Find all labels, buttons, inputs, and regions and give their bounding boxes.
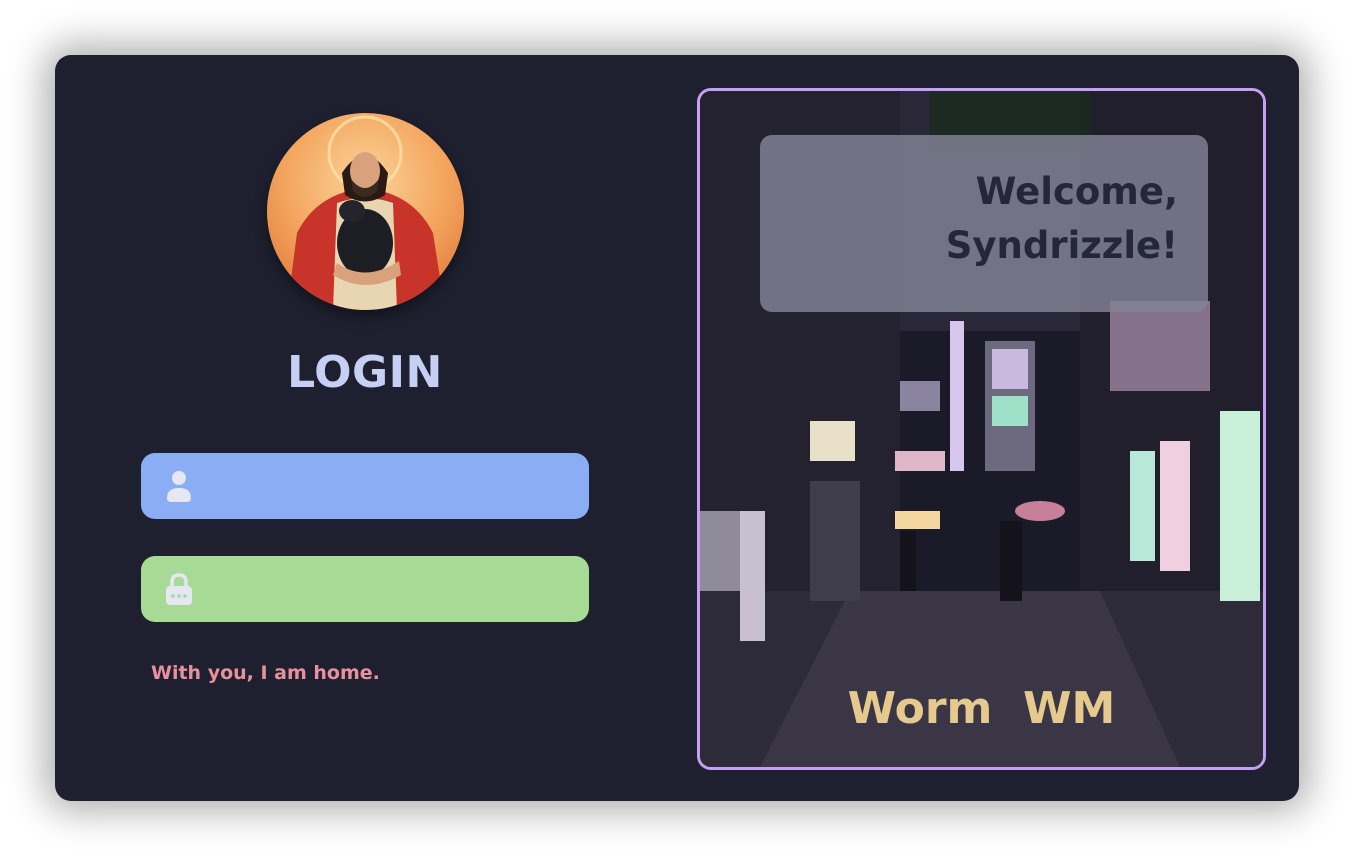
lock-icon	[166, 573, 192, 605]
user-icon	[167, 471, 191, 502]
user-avatar	[267, 113, 464, 310]
welcome-banner: Welcome, Syndrizzle!	[760, 135, 1208, 312]
password-field[interactable]	[141, 556, 589, 624]
login-window: LOGIN With you, I am home. Welcome, Synd…	[55, 55, 1299, 801]
quote-text: With you, I am home.	[151, 662, 380, 684]
welcome-username: Syndrizzle!	[945, 224, 1178, 267]
login-title: LOGIN	[287, 347, 443, 398]
password-input[interactable]	[211, 556, 575, 624]
username-input[interactable]	[211, 453, 575, 521]
welcome-greeting: Welcome,	[975, 170, 1178, 213]
username-field[interactable]	[141, 453, 589, 521]
brand-title: Worm WM	[847, 683, 1116, 734]
welcome-text: Welcome, Syndrizzle!	[946, 165, 1178, 273]
welcome-panel: Welcome, Syndrizzle! Worm WM	[697, 88, 1266, 770]
